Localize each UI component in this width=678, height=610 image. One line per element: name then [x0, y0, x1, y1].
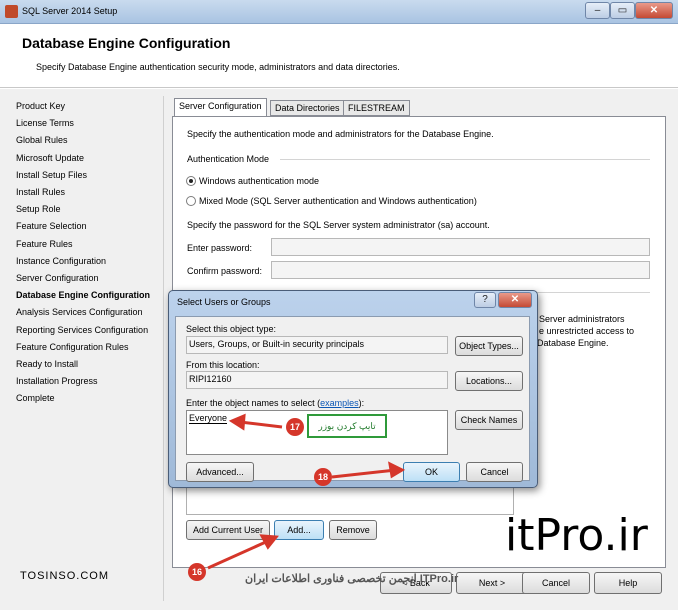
arrowhead-17: [228, 413, 246, 431]
itpro-watermark: itPro.ir: [505, 510, 648, 561]
arrow-18: [331, 468, 397, 479]
tosinso-watermark: TOSINSO.COM: [20, 570, 110, 582]
arrowhead-16: [259, 534, 279, 550]
callout-17: 17: [286, 418, 304, 436]
arrow-17: [239, 420, 283, 429]
arrow-16: [207, 539, 269, 570]
callout-18: 18: [314, 468, 332, 486]
type-user-note: تایپ کردن یوزر: [307, 414, 387, 438]
callout-16: 16: [188, 563, 206, 581]
arrowhead-18: [388, 461, 406, 479]
persian-watermark: انجمن تخصصی فناوری اطلاعات ایران ITPro.i…: [245, 573, 459, 585]
